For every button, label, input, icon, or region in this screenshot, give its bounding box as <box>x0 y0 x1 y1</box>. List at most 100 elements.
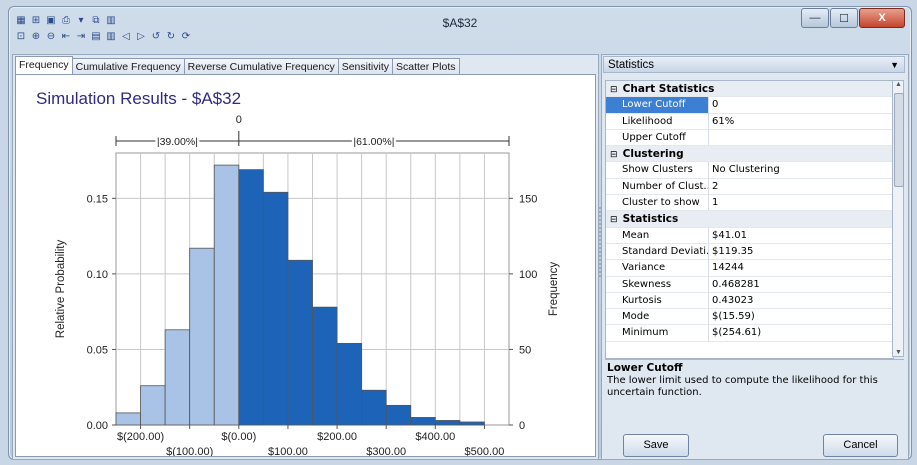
window-controls: — ☐ X <box>801 8 905 28</box>
statistics-pane: Statistics ▼ ⊟ Chart Statistics Lower Cut… <box>601 54 909 460</box>
bar-chart-2-icon[interactable]: ▥ <box>105 31 117 43</box>
property-name: Minimum <box>606 325 709 342</box>
cancel-button[interactable]: Cancel <box>823 434 898 457</box>
property-row[interactable]: Variance 14244 <box>606 260 893 277</box>
property-name: Cluster to show <box>606 195 709 212</box>
fit-icon[interactable]: ⊡ <box>15 31 27 43</box>
bin-increase-icon[interactable]: ⇥ <box>75 31 87 43</box>
property-name: Likelihood <box>606 113 709 130</box>
category-label: Chart Statistics <box>619 83 715 95</box>
property-row[interactable]: Skewness 0.468281 <box>606 276 893 293</box>
y2-tick-label: 150 <box>519 193 537 205</box>
property-row[interactable]: Mean $41.01 <box>606 227 893 244</box>
rotate-right-icon[interactable]: ↻ <box>165 31 177 43</box>
histogram-bar <box>410 417 436 426</box>
property-value[interactable]: 2 <box>709 179 893 196</box>
property-value[interactable]: 0.468281 <box>709 277 893 293</box>
property-row[interactable]: Kurtosis 0.43023 <box>606 292 893 310</box>
statistics-dropdown[interactable]: Statistics ▼ <box>603 56 905 73</box>
category-label: Clustering <box>619 148 684 161</box>
histogram-bar <box>115 412 141 426</box>
maximize-icon: ☐ <box>839 12 849 25</box>
collapse-icon[interactable]: ⊟ <box>610 147 619 161</box>
tab-frequency[interactable]: Frequency <box>15 56 73 76</box>
property-name: Upper Cutoff <box>606 129 709 147</box>
property-row[interactable]: Upper Cutoff <box>606 129 893 147</box>
property-row[interactable]: Show Clusters No Clustering <box>606 162 893 179</box>
bar-chart-icon[interactable]: ▤ <box>90 31 102 43</box>
histogram-bar <box>361 389 387 426</box>
x-tick-label: $(0.00) <box>221 431 256 443</box>
histogram-bar <box>287 259 313 426</box>
histogram-bar <box>434 420 461 426</box>
property-grid: ⊟ Chart Statistics Lower Cutoff 0 Likelihoo… <box>605 80 894 359</box>
move-right-icon[interactable]: ▷ <box>135 31 147 43</box>
refresh-icon[interactable]: ⟳ <box>180 31 192 43</box>
close-button[interactable]: X <box>859 8 905 28</box>
property-value[interactable]: 61% <box>709 114 893 130</box>
property-value[interactable] <box>709 130 893 147</box>
save-button[interactable]: Save <box>623 434 689 457</box>
property-name: Variance <box>606 260 709 277</box>
property-value[interactable]: 0.43023 <box>709 293 893 310</box>
property-name: Show Clusters <box>606 162 709 179</box>
x-tick-label: $400.00 <box>415 431 455 443</box>
title-bar: ▦ ⊞ ▣ ⎙ ▾ ⧉ ▥ ⊡ ⊕ ⊖ ⇤ ⇥ ▤ ▥ ◁ ▷ ↺ ↻ ⟳ $A$32 — ☐ X <box>9 7 911 51</box>
property-name: Kurtosis <box>606 292 709 310</box>
close-icon: X <box>878 12 886 24</box>
property-row[interactable]: Cluster to show 1 <box>606 195 893 212</box>
histogram-bar <box>312 306 338 426</box>
histogram-bar <box>189 247 215 426</box>
property-value[interactable]: No Clustering <box>709 162 893 179</box>
collapse-icon[interactable]: ⊟ <box>610 82 619 96</box>
property-value[interactable]: $41.01 <box>709 228 893 244</box>
category-row[interactable]: ⊟ Clustering <box>606 146 893 163</box>
x-tick-label: $200.00 <box>317 431 357 443</box>
property-value[interactable]: $(254.61) <box>709 325 893 342</box>
category-row[interactable]: ⊟ Chart Statistics <box>606 81 893 98</box>
collapse-icon[interactable]: ⊟ <box>610 212 619 226</box>
property-row[interactable]: Number of Clust... 2 <box>606 178 893 196</box>
x-tick-label: $(200.00) <box>117 431 164 443</box>
zoom-out-icon[interactable]: ⊖ <box>45 31 57 43</box>
move-left-icon[interactable]: ◁ <box>120 31 132 43</box>
property-grid-scrollbar[interactable]: ▲ ▼ <box>892 80 904 357</box>
histogram-chart[interactable]: 0.00 0.05 0.10 0.15 0 50 100 150 $(200.00) $(0.00… <box>16 75 595 456</box>
property-value[interactable]: $119.35 <box>709 244 893 261</box>
property-name: Standard Deviati... <box>606 243 709 261</box>
histogram-bar <box>336 342 363 426</box>
histogram-bar <box>213 164 240 426</box>
y-tick-label: 0.05 <box>87 344 108 356</box>
property-row[interactable]: Likelihood 61% <box>606 113 893 130</box>
property-row[interactable]: Mode $(15.59) <box>606 309 893 326</box>
histogram-bar <box>459 421 485 426</box>
histogram-bar <box>238 169 264 426</box>
simulation-results-window: ▦ ⊞ ▣ ⎙ ▾ ⧉ ▥ ⊡ ⊕ ⊖ ⇤ ⇥ ▤ ▥ ◁ ▷ ↺ ↻ ⟳ $A$32 — ☐ X Frequen… <box>8 6 912 460</box>
maximize-button[interactable]: ☐ <box>830 8 858 28</box>
x-tick-label: $300.00 <box>366 446 406 456</box>
property-value[interactable]: 1 <box>709 195 893 212</box>
zoom-in-icon[interactable]: ⊕ <box>30 31 42 43</box>
histogram-bar <box>140 385 166 426</box>
y-tick-label: 0.00 <box>87 420 108 432</box>
histogram-bar <box>164 329 191 426</box>
property-value[interactable]: 0 <box>709 97 893 114</box>
bin-decrease-icon[interactable]: ⇤ <box>60 31 72 43</box>
property-row[interactable]: Lower Cutoff 0 <box>606 97 893 114</box>
x-tick-label: $(100.00) <box>166 446 213 456</box>
chart-area[interactable]: Simulation Results - $A$32 0.00 0.05 0.10 0… <box>15 74 596 457</box>
category-title: ⊟ Chart Statistics <box>606 81 893 98</box>
category-row[interactable]: ⊟ Statistics <box>606 211 893 228</box>
rotate-left-icon[interactable]: ↺ <box>150 31 162 43</box>
property-value[interactable]: 14244 <box>709 260 893 277</box>
property-row[interactable]: Standard Deviati... $119.35 <box>606 243 893 261</box>
left-likelihood-label: |39.00%| <box>157 136 198 148</box>
minimize-button[interactable]: — <box>801 8 829 28</box>
scrollbar-thumb[interactable] <box>894 93 904 187</box>
property-value[interactable]: $(15.59) <box>709 309 893 326</box>
scroll-up-icon[interactable]: ▲ <box>894 81 903 88</box>
scroll-down-icon[interactable]: ▼ <box>894 349 903 356</box>
property-name: Number of Clust... <box>606 178 709 196</box>
category-label: Statistics <box>619 213 679 226</box>
property-row[interactable]: Minimum $(254.61) <box>606 325 893 342</box>
